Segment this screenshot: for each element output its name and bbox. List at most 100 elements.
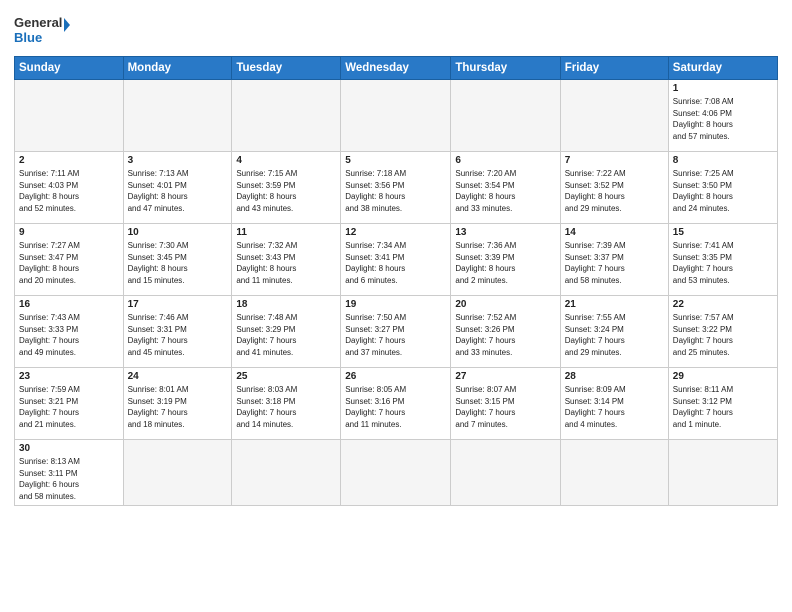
day-number: 3 [128,155,228,166]
day-info: Sunrise: 7:39 AMSunset: 3:37 PMDaylight:… [565,240,664,286]
calendar-cell: 1Sunrise: 7:08 AMSunset: 4:06 PMDaylight… [668,80,777,152]
day-info: Sunrise: 7:50 AMSunset: 3:27 PMDaylight:… [345,312,446,358]
calendar-cell: 7 Sunrise: 7:22 AMSunset: 3:52 PMDaylight… [560,152,668,224]
day-number: 18 [236,299,336,310]
day-number: 22 [673,299,773,310]
day-info: Sunrise: 7:43 AMSunset: 3:33 PMDaylight:… [19,312,119,358]
calendar-cell: 24 Sunrise: 8:01 AMSunset: 3:19 PMDayligh… [123,368,232,440]
day-number: 28 [565,371,664,382]
calendar-cell: 3Sunrise: 7:13 AMSunset: 4:01 PMDaylight… [123,152,232,224]
day-info: Sunrise: 7:48 AMSunset: 3:29 PMDaylight:… [236,312,336,358]
calendar-cell [668,440,777,506]
day-number: 9 [19,227,119,238]
calendar: SundayMondayTuesdayWednesdayThursdayFrid… [14,56,778,506]
calendar-cell: 5 Sunrise: 7:18 AMSunset: 3:56 PMDaylight… [341,152,451,224]
weekday-header-wednesday: Wednesday [341,57,451,80]
calendar-cell: 20 Sunrise: 7:52 AMSunset: 3:26 PMDayligh… [451,296,560,368]
day-info: Sunrise: 8:09 AMSunset: 3:14 PMDaylight:… [565,384,664,430]
calendar-cell: 10 Sunrise: 7:30 AMSunset: 3:45 PMDayligh… [123,224,232,296]
day-info: Sunrise: 7:30 AMSunset: 3:45 PMDaylight:… [128,240,228,286]
day-info: Sunrise: 8:05 AMSunset: 3:16 PMDaylight:… [345,384,446,430]
day-number: 21 [565,299,664,310]
day-number: 15 [673,227,773,238]
calendar-cell: 2 Sunrise: 7:11 AMSunset: 4:03 PMDaylight… [15,152,124,224]
day-number: 1 [673,83,773,94]
day-info: Sunrise: 7:41 AMSunset: 3:35 PMDaylight:… [673,240,773,286]
weekday-header-sunday: Sunday [15,57,124,80]
day-info: Sunrise: 8:03 AMSunset: 3:18 PMDaylight:… [236,384,336,430]
day-number: 16 [19,299,119,310]
day-info: Sunrise: 7:34 AMSunset: 3:41 PMDaylight:… [345,240,446,286]
svg-text:Blue: Blue [14,30,42,45]
calendar-cell [232,80,341,152]
calendar-cell [123,440,232,506]
day-number: 14 [565,227,664,238]
calendar-cell [15,80,124,152]
calendar-cell: 22Sunrise: 7:57 AMSunset: 3:22 PMDayligh… [668,296,777,368]
weekday-header-saturday: Saturday [668,57,777,80]
calendar-cell: 16 Sunrise: 7:43 AMSunset: 3:33 PMDayligh… [15,296,124,368]
day-info: Sunrise: 7:22 AMSunset: 3:52 PMDaylight:… [565,168,664,214]
calendar-cell: 19 Sunrise: 7:50 AMSunset: 3:27 PMDayligh… [341,296,451,368]
day-info: Sunrise: 7:20 AMSunset: 3:54 PMDaylight:… [455,168,555,214]
calendar-cell [232,440,341,506]
calendar-cell: 27 Sunrise: 8:07 AMSunset: 3:15 PMDayligh… [451,368,560,440]
calendar-cell [123,80,232,152]
header: General Blue [14,12,778,48]
calendar-cell: 12 Sunrise: 7:34 AMSunset: 3:41 PMDayligh… [341,224,451,296]
calendar-cell: 29Sunrise: 8:11 AMSunset: 3:12 PMDayligh… [668,368,777,440]
day-info: Sunrise: 8:07 AMSunset: 3:15 PMDaylight:… [455,384,555,430]
day-number: 2 [19,155,119,166]
calendar-cell: 21 Sunrise: 7:55 AMSunset: 3:24 PMDayligh… [560,296,668,368]
day-info: Sunrise: 7:11 AMSunset: 4:03 PMDaylight:… [19,168,119,214]
calendar-cell: 17Sunrise: 7:46 AMSunset: 3:31 PMDayligh… [123,296,232,368]
calendar-cell: 14 Sunrise: 7:39 AMSunset: 3:37 PMDayligh… [560,224,668,296]
day-info: Sunrise: 7:25 AMSunset: 3:50 PMDaylight:… [673,168,773,214]
day-info: Sunrise: 7:27 AMSunset: 3:47 PMDaylight:… [19,240,119,286]
calendar-cell [560,80,668,152]
weekday-header-monday: Monday [123,57,232,80]
day-number: 11 [236,227,336,238]
day-number: 20 [455,299,555,310]
calendar-cell [341,440,451,506]
day-info: Sunrise: 7:55 AMSunset: 3:24 PMDaylight:… [565,312,664,358]
day-number: 29 [673,371,773,382]
day-number: 19 [345,299,446,310]
day-info: Sunrise: 7:32 AMSunset: 3:43 PMDaylight:… [236,240,336,286]
calendar-cell [560,440,668,506]
calendar-cell [341,80,451,152]
calendar-cell: 8 Sunrise: 7:25 AMSunset: 3:50 PMDaylight… [668,152,777,224]
svg-text:General: General [14,15,62,30]
calendar-cell: 15 Sunrise: 7:41 AMSunset: 3:35 PMDayligh… [668,224,777,296]
calendar-cell [451,440,560,506]
day-info: Sunrise: 7:52 AMSunset: 3:26 PMDaylight:… [455,312,555,358]
logo: General Blue [14,12,70,48]
day-number: 10 [128,227,228,238]
calendar-cell: 25 Sunrise: 8:03 AMSunset: 3:18 PMDayligh… [232,368,341,440]
day-number: 6 [455,155,555,166]
calendar-cell [451,80,560,152]
weekday-header-thursday: Thursday [451,57,560,80]
weekday-header-friday: Friday [560,57,668,80]
day-info: Sunrise: 8:13 AMSunset: 3:11 PMDaylight:… [19,456,119,502]
day-info: Sunrise: 7:15 AMSunset: 3:59 PMDaylight:… [236,168,336,214]
day-info: Sunrise: 7:59 AMSunset: 3:21 PMDaylight:… [19,384,119,430]
day-number: 25 [236,371,336,382]
calendar-cell: 26Sunrise: 8:05 AMSunset: 3:16 PMDayligh… [341,368,451,440]
day-number: 5 [345,155,446,166]
day-number: 4 [236,155,336,166]
day-number: 12 [345,227,446,238]
calendar-cell: 11 Sunrise: 7:32 AMSunset: 3:43 PMDayligh… [232,224,341,296]
day-info: Sunrise: 7:46 AMSunset: 3:31 PMDaylight:… [128,312,228,358]
day-number: 24 [128,371,228,382]
day-info: Sunrise: 7:18 AMSunset: 3:56 PMDaylight:… [345,168,446,214]
day-number: 8 [673,155,773,166]
calendar-cell: 9 Sunrise: 7:27 AMSunset: 3:47 PMDaylight… [15,224,124,296]
day-number: 7 [565,155,664,166]
day-info: Sunrise: 8:01 AMSunset: 3:19 PMDaylight:… [128,384,228,430]
calendar-cell: 4 Sunrise: 7:15 AMSunset: 3:59 PMDaylight… [232,152,341,224]
calendar-cell: 13Sunrise: 7:36 AMSunset: 3:39 PMDayligh… [451,224,560,296]
day-number: 27 [455,371,555,382]
calendar-cell: 28 Sunrise: 8:09 AMSunset: 3:14 PMDayligh… [560,368,668,440]
calendar-cell: 30Sunrise: 8:13 AMSunset: 3:11 PMDayligh… [15,440,124,506]
